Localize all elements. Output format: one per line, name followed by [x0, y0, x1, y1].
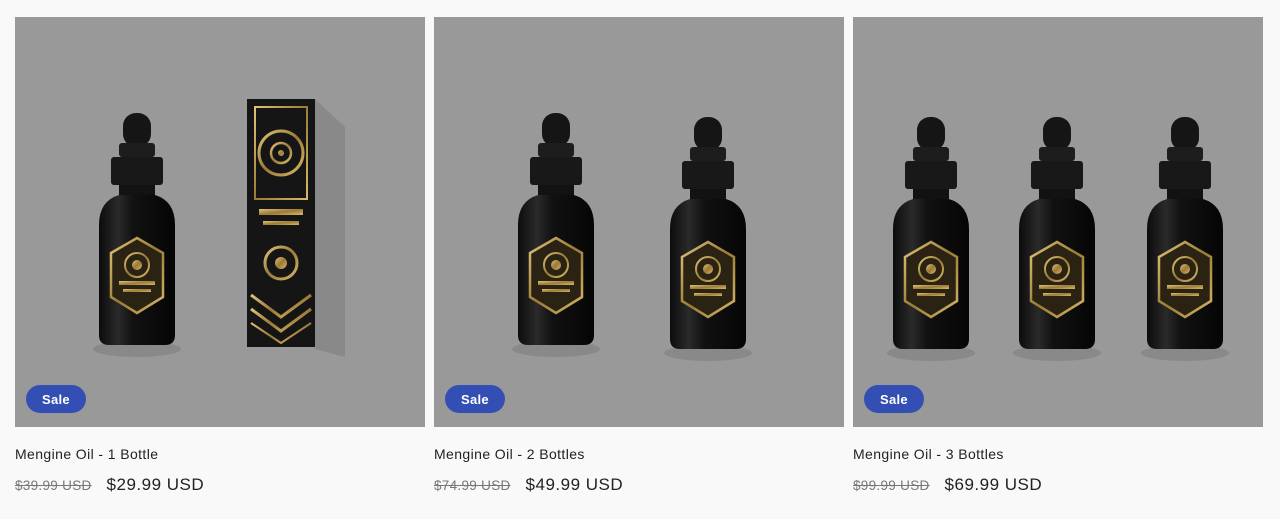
product-photo	[510, 111, 754, 363]
sale-badge: Sale	[864, 385, 924, 413]
product-grid: Sale Mengine Oil - 1 Bottle $39.99 USD $…	[0, 0, 1280, 519]
product-title[interactable]: Mengine Oil - 1 Bottle	[15, 446, 425, 462]
price-row: $39.99 USD $29.99 USD	[15, 475, 425, 495]
sale-badge: Sale	[26, 385, 86, 413]
product-card[interactable]: Sale Mengine Oil - 2 Bottles $74.99 USD …	[434, 17, 844, 495]
compare-at-price: $39.99 USD	[15, 478, 92, 493]
sale-price: $69.99 USD	[944, 475, 1043, 494]
product-title[interactable]: Mengine Oil - 2 Bottles	[434, 446, 844, 462]
compare-at-price: $99.99 USD	[853, 478, 930, 493]
product-photo	[885, 115, 1231, 363]
product-card[interactable]: Sale Mengine Oil - 1 Bottle $39.99 USD $…	[15, 17, 425, 495]
price-row: $74.99 USD $49.99 USD	[434, 475, 844, 495]
product-image[interactable]: Sale	[15, 17, 425, 427]
sale-price: $49.99 USD	[525, 475, 624, 494]
product-image[interactable]: Sale	[853, 17, 1263, 427]
product-title[interactable]: Mengine Oil - 3 Bottles	[853, 446, 1263, 462]
product-image[interactable]: Sale	[434, 17, 844, 427]
sale-price: $29.99 USD	[106, 475, 205, 494]
compare-at-price: $74.99 USD	[434, 478, 511, 493]
product-photo	[91, 97, 345, 359]
product-card[interactable]: Sale Mengine Oil - 3 Bottles $99.99 USD …	[853, 17, 1263, 495]
price-row: $99.99 USD $69.99 USD	[853, 475, 1263, 495]
sale-badge: Sale	[445, 385, 505, 413]
